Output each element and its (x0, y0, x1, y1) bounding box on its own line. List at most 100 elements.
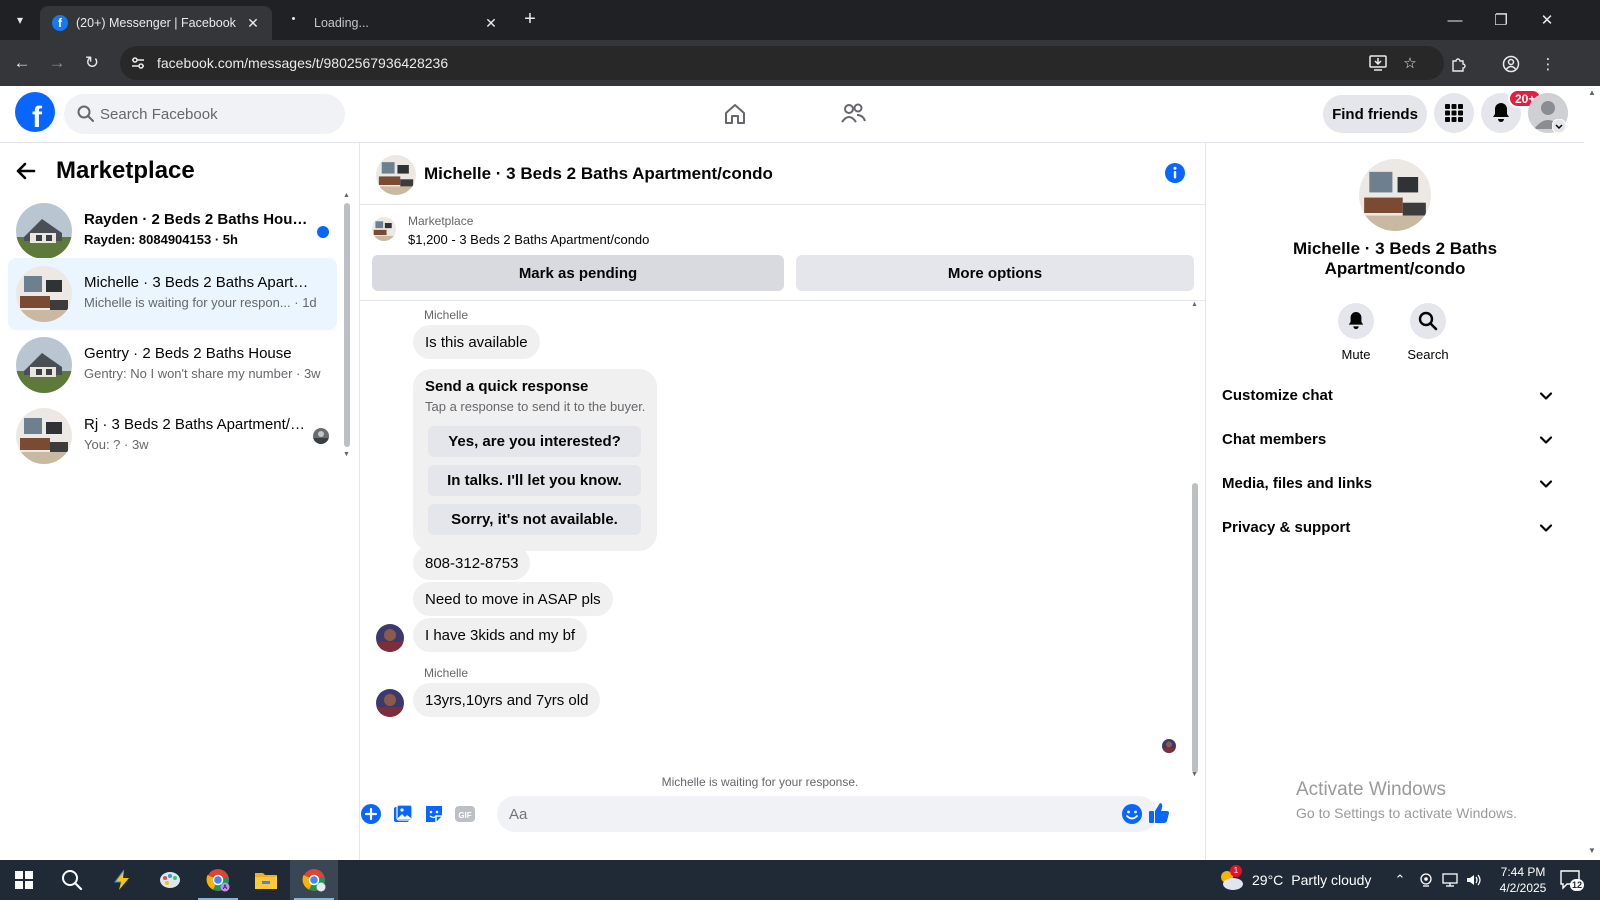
chevron-down-icon (1539, 436, 1553, 444)
info-icon[interactable] (1164, 162, 1186, 184)
attach-photo-icon[interactable] (392, 803, 414, 825)
address-bar[interactable]: facebook.com/messages/t/9802567936428236… (120, 46, 1444, 80)
close-tab-icon[interactable]: ✕ (244, 15, 262, 32)
close-window-button[interactable]: ✕ (1524, 0, 1570, 40)
forward-button[interactable]: → (43, 49, 71, 77)
page-scrollbar[interactable]: ▲ ▼ (1584, 86, 1600, 860)
webcam-icon[interactable] (1416, 870, 1436, 890)
customize-chat-section[interactable]: Customize chat (1214, 376, 1568, 416)
power-automate-icon[interactable] (98, 860, 146, 900)
sticker-icon[interactable] (423, 803, 445, 825)
message-bubble[interactable]: 13yrs,10yrs and 7yrs old (413, 683, 601, 717)
bookmark-star-icon[interactable]: ☆ (1400, 53, 1420, 73)
browser-menu-icon[interactable]: ⋮ (1536, 52, 1560, 76)
start-windows-icon[interactable] (0, 860, 48, 900)
more-actions-plus-icon[interactable] (360, 803, 382, 825)
mute-label: Mute (1341, 347, 1371, 362)
chat-scrollbar[interactable]: ▲ ▼ (1190, 301, 1200, 785)
account-chevron-down-icon[interactable] (1552, 119, 1566, 133)
back-button[interactable]: ← (8, 49, 36, 77)
listing-thumbnail[interactable] (372, 217, 396, 241)
conversation-preview: Michelle is waiting for your respon... ·… (84, 295, 317, 310)
message-bubble[interactable]: Is this available (413, 325, 540, 359)
conversation-preview: Gentry: No I won't share my number · 3w (84, 366, 321, 381)
browser-tab-messenger[interactable]: f (20+) Messenger | Facebook ✕ (40, 6, 272, 40)
new-tab-button[interactable]: + (518, 8, 542, 32)
weather-widget[interactable]: 1 29°C Partly cloudy (1218, 860, 1371, 900)
reload-button[interactable]: ↻ (78, 49, 106, 77)
quick-response-option[interactable]: Sorry, it's not available. (428, 504, 641, 535)
install-app-icon[interactable] (1368, 53, 1388, 73)
more-options-button[interactable]: More options (796, 255, 1194, 291)
mute-bell-icon[interactable] (1338, 303, 1374, 339)
file-explorer-icon[interactable] (242, 860, 290, 900)
menu-grid-icon[interactable] (1434, 93, 1474, 133)
conversation-item-active[interactable]: Michelle · 3 Beds 2 Baths Apartment/cond… (8, 258, 337, 330)
profile-icon[interactable] (1499, 52, 1523, 76)
weather-condition: Partly cloudy (1291, 872, 1372, 888)
scrollbar-thumb[interactable] (1192, 483, 1198, 773)
taskbar-search-icon[interactable] (48, 860, 96, 900)
emoji-icon[interactable] (1121, 803, 1143, 825)
network-icon[interactable] (1440, 870, 1460, 890)
friends-nav-icon[interactable] (835, 96, 871, 132)
message-bubble[interactable]: Need to move in ASAP pls (413, 582, 613, 616)
section-label: Privacy & support (1222, 519, 1351, 536)
section-label: Media, files and links (1222, 475, 1373, 492)
like-thumb-icon[interactable] (1147, 801, 1171, 825)
tab-title: (20+) Messenger | Facebook (76, 16, 236, 30)
privacy-support-section[interactable]: Privacy & support (1214, 508, 1568, 548)
facebook-search[interactable] (64, 94, 345, 134)
chrome-active-icon[interactable] (290, 860, 338, 900)
tab-search-button[interactable]: ▾ (8, 8, 32, 32)
message-bubble[interactable]: I have 3kids and my bf (413, 618, 588, 652)
quick-response-option[interactable]: Yes, are you interested? (428, 426, 641, 457)
mute-action[interactable]: Mute (1326, 303, 1386, 362)
message-input[interactable] (509, 796, 1109, 832)
show-hidden-icons-chevron-up-icon[interactable]: ⌃ (1390, 870, 1410, 890)
notification-center-icon[interactable]: 12 (1560, 870, 1584, 891)
gif-icon[interactable]: GIF (454, 803, 476, 825)
conversation-name: Michelle · 3 Beds 2 Baths Apartment/cond… (84, 274, 309, 291)
details-avatar[interactable] (1359, 159, 1431, 231)
search-in-chat-icon[interactable] (1410, 303, 1446, 339)
restore-window-button[interactable]: ❐ (1478, 0, 1524, 40)
search-input[interactable] (100, 94, 330, 134)
facebook-logo-icon[interactable]: f (15, 92, 55, 132)
conversation-item[interactable]: Gentry · 2 Beds 2 Baths House Gentry: No… (8, 329, 337, 401)
media-files-links-section[interactable]: Media, files and links (1214, 464, 1568, 504)
chat-avatar[interactable] (376, 155, 416, 195)
chrome-profile-a-icon[interactable]: A (194, 860, 242, 900)
conversation-item[interactable]: Rayden · 2 Beds 2 Baths House Rayden: 80… (8, 195, 337, 267)
chat-members-section[interactable]: Chat members (1214, 420, 1568, 460)
url-text[interactable]: facebook.com/messages/t/9802567936428236 (157, 55, 448, 71)
sender-avatar[interactable] (376, 624, 404, 652)
find-friends-button[interactable]: Find friends (1323, 95, 1427, 133)
home-nav-icon[interactable] (717, 96, 753, 132)
sender-avatar[interactable] (376, 689, 404, 717)
close-tab-icon[interactable]: ✕ (482, 15, 500, 32)
volume-icon[interactable] (1464, 870, 1484, 890)
scrollbar-thumb[interactable] (344, 203, 350, 447)
quick-response-option[interactable]: In talks. I'll let you know. (428, 465, 641, 496)
listing-title[interactable]: $1,200 - 3 Beds 2 Baths Apartment/condo (408, 232, 649, 247)
apartment-thumbnail (16, 266, 72, 322)
back-arrow-icon[interactable] (16, 155, 48, 187)
search-action[interactable]: Search (1398, 303, 1458, 362)
house-thumbnail (16, 337, 72, 393)
conversation-item[interactable]: Rj · 3 Beds 2 Baths Apartment/condo You:… (8, 400, 337, 472)
minimize-window-button[interactable]: — (1432, 0, 1478, 40)
chat-panel: Michelle · 3 Beds 2 Baths Apartment/cond… (360, 143, 1206, 860)
conversation-list-scrollbar[interactable]: ▲ ▼ (343, 192, 351, 458)
system-clock[interactable]: 7:44 PM 4/2/2025 (1490, 864, 1556, 896)
browser-tab-loading[interactable]: Loading... ✕ (278, 6, 510, 40)
paint-app-icon[interactable] (146, 860, 194, 900)
message-bubble[interactable]: 808-312-8753 (413, 546, 531, 580)
chat-title[interactable]: Michelle · 3 Beds 2 Baths Apartment/cond… (424, 164, 773, 184)
marketplace-listing-bar: Marketplace $1,200 - 3 Beds 2 Baths Apar… (360, 205, 1206, 301)
mark-as-pending-button[interactable]: Mark as pending (372, 255, 784, 291)
site-info-icon[interactable] (128, 53, 148, 73)
activate-windows-watermark: Activate Windows Go to Settings to activ… (1296, 779, 1517, 821)
message-input-wrapper[interactable] (497, 796, 1157, 832)
extensions-icon[interactable] (1446, 52, 1470, 76)
